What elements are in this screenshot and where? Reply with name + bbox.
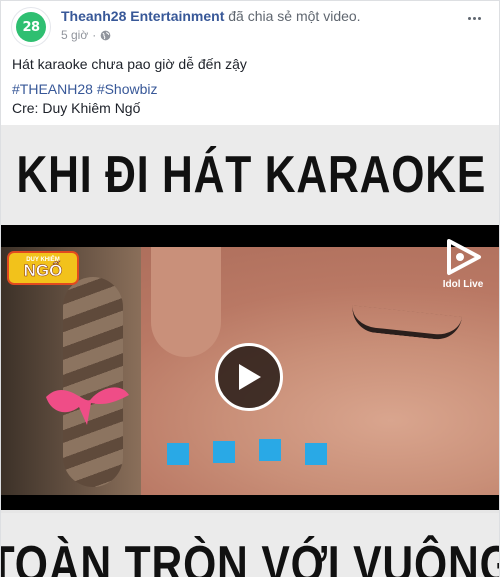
page-avatar[interactable]: 28 [11,7,51,47]
thumbnail-ear [151,247,221,357]
hashtag-showbiz[interactable]: #Showbiz [97,81,158,97]
avatar-logo: 28 [16,12,46,42]
loading-indicator [167,439,337,467]
hashtag-line: #THEANH28 #Showbiz [12,80,247,99]
loader-square [305,443,327,465]
video-top-banner: KHI ĐI HÁT KARAOKE [1,125,499,225]
page-name-link[interactable]: Theanh28 Entertainment [61,8,224,24]
loader-square [259,439,281,461]
idol-live-text: Idol Live [442,279,484,290]
more-options-icon[interactable] [463,9,485,27]
loader-square [213,441,235,463]
meta-separator: · [92,28,97,42]
post-body: Hát karaoke chưa pao giờ dễ đến zậy #THE… [12,55,247,118]
video-player[interactable]: KHI ĐI HÁT KARAOKE DUY KHIÊM NGỐ Idol Li… [1,125,500,577]
idol-live-play-icon [447,239,481,275]
feed-post: 28 Theanh28 Entertainment đã chia sẻ một… [0,0,500,577]
play-icon [239,364,261,390]
globe-icon[interactable] [100,30,111,41]
post-header: 28 Theanh28 Entertainment đã chia sẻ một… [1,1,499,57]
loader-square [167,443,189,465]
play-button[interactable] [215,343,283,411]
post-meta: 5 giờ · [61,28,111,42]
video-bottom-banner: TOÀN TRÒN VỚI VUÔNG [1,513,500,577]
duy-khiem-ngo-logo: DUY KHIÊM NGỐ [7,251,79,285]
post-timestamp[interactable]: 5 giờ [61,28,88,42]
post-author-line: Theanh28 Entertainment đã chia sẻ một vi… [61,8,361,24]
video-title-bottom: TOÀN TRÒN VỚI VUÔNG [1,536,500,577]
post-caption: Hát karaoke chưa pao giờ dễ đến zậy [12,56,247,72]
post-action-text: đã chia sẻ một video. [228,8,361,24]
idol-live-icon: Idol Live [433,237,493,299]
hashtag-theanh28[interactable]: #THEANH28 [12,81,93,97]
thumbnail-ribbon [46,387,129,425]
video-title-top: KHI ĐI HÁT KARAOKE [16,146,486,204]
brand-big-text: NGỐ [23,261,63,280]
post-credit: Cre: Duy Khiêm Ngố [12,100,141,116]
video-frame[interactable]: DUY KHIÊM NGỐ Idol Live [1,225,499,510]
thumbnail-eye [349,305,463,342]
